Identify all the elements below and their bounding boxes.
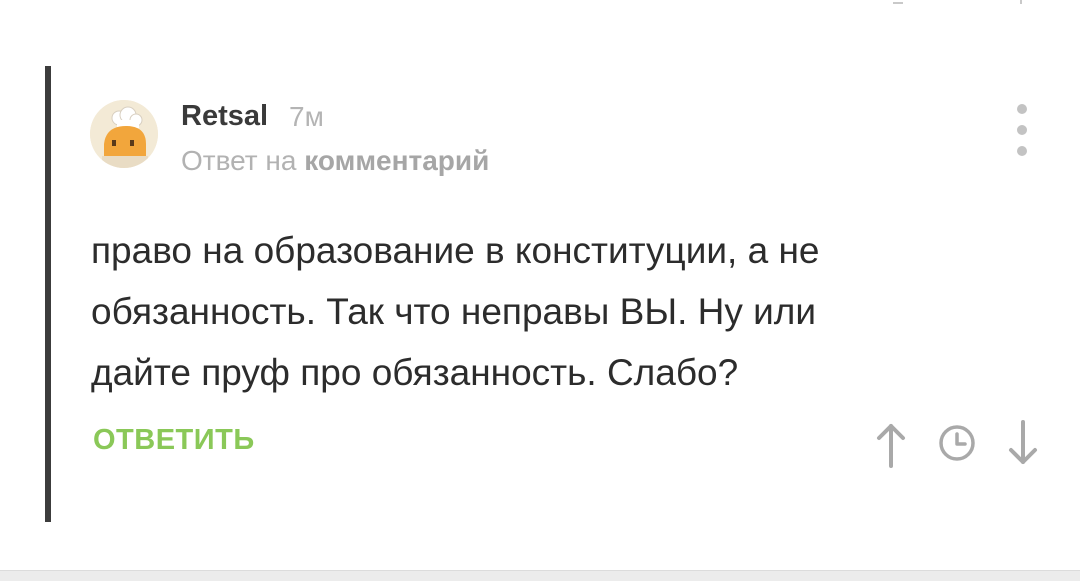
divider xyxy=(0,570,1080,581)
comment-line: право на образование в конституции, а не xyxy=(91,230,820,271)
chef-hat-avatar-icon xyxy=(90,100,158,168)
comment-line: обязанность. Так что неправы ВЫ. Ну или xyxy=(91,291,817,332)
more-vertical-icon-dot xyxy=(1017,125,1027,135)
previous-action-icon-fragment xyxy=(1020,0,1030,4)
comment-timestamp: 7м xyxy=(289,101,324,132)
author-name[interactable]: Retsal xyxy=(181,100,268,133)
reply-to-line: Ответ на комментарий xyxy=(181,145,489,177)
reply-button[interactable]: ОТВЕТИТЬ xyxy=(93,424,255,457)
more-vertical-icon xyxy=(1017,104,1027,114)
reply-prefix: Ответ на xyxy=(181,145,297,176)
comment-body: право на образование в конституции, а не… xyxy=(91,220,1041,403)
thread-line xyxy=(45,66,51,522)
comment-line: дайте пруф про обязанность. Слабо? xyxy=(91,352,739,393)
parent-comment-link[interactable]: комментарий xyxy=(304,145,489,176)
comment-menu-button[interactable] xyxy=(1006,104,1038,156)
clock-icon[interactable] xyxy=(938,424,976,462)
arrow-up-icon[interactable] xyxy=(873,420,909,468)
arrow-down-icon[interactable] xyxy=(1005,420,1041,468)
more-vertical-icon-dot xyxy=(1017,146,1027,156)
previous-action-icon-fragment xyxy=(893,0,903,4)
previous-comment-actions-fragment xyxy=(0,0,1080,6)
avatar[interactable] xyxy=(90,100,158,168)
